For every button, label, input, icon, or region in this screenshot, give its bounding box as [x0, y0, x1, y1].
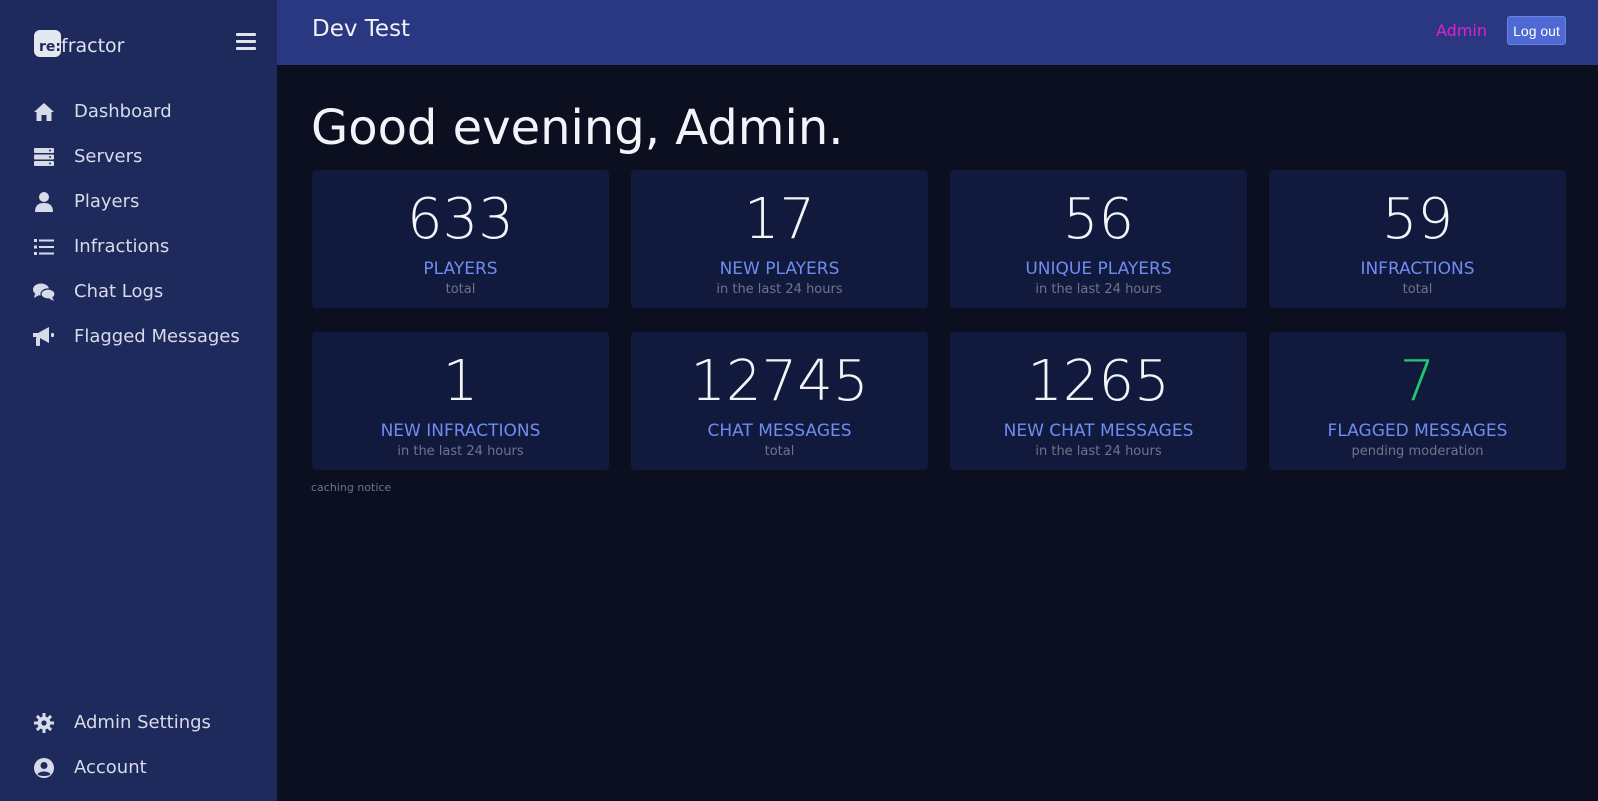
sidebar-item-label: Chat Logs — [74, 281, 164, 302]
stat-sublabel: in the last 24 hours — [397, 444, 524, 459]
greeting-heading: Good evening, Admin. — [311, 100, 844, 156]
sidebar-item-label: Admin Settings — [74, 712, 211, 733]
sidebar-item-players[interactable]: Players — [0, 179, 277, 224]
megaphone-icon — [33, 326, 55, 348]
stat-card-players: 633 PLAYERS total — [312, 170, 609, 308]
stat-sublabel: in the last 24 hours — [1035, 282, 1162, 297]
stat-value: 17 — [743, 187, 816, 252]
sidebar: re: fractor Dashboard Servers Players In… — [0, 0, 277, 801]
server-icon — [33, 146, 55, 168]
user-icon — [33, 191, 55, 213]
stat-card-infractions: 59 INFRACTIONS total — [1269, 170, 1566, 308]
stat-value: 7 — [1399, 349, 1436, 414]
stat-label: INFRACTIONS — [1360, 259, 1475, 279]
stat-card-flagged-messages: 7 FLAGGED MESSAGES pending moderation — [1269, 332, 1566, 470]
stat-sublabel: pending moderation — [1351, 444, 1484, 459]
stat-label: PLAYERS — [423, 259, 498, 279]
menu-toggle-icon[interactable] — [236, 33, 256, 50]
stat-label: NEW INFRACTIONS — [380, 421, 541, 441]
stat-label: NEW CHAT MESSAGES — [1003, 421, 1194, 441]
stat-label: NEW PLAYERS — [719, 259, 840, 279]
stat-label: CHAT MESSAGES — [707, 421, 852, 441]
sidebar-item-label: Players — [74, 191, 140, 212]
stat-value: 1265 — [1027, 349, 1170, 414]
sidebar-item-chat-logs[interactable]: Chat Logs — [0, 269, 277, 314]
user-circle-icon — [33, 757, 55, 779]
stat-value: 59 — [1381, 187, 1454, 252]
list-icon — [33, 236, 55, 258]
stat-value: 12745 — [690, 349, 869, 414]
stat-card-new-infractions: 1 NEW INFRACTIONS in the last 24 hours — [312, 332, 609, 470]
stat-label: UNIQUE PLAYERS — [1025, 259, 1172, 279]
sidebar-item-dashboard[interactable]: Dashboard — [0, 89, 277, 134]
header-bar: Dev Test Admin Log out — [277, 0, 1598, 65]
sidebar-item-infractions[interactable]: Infractions — [0, 224, 277, 269]
stat-sublabel: total — [445, 282, 476, 297]
sidebar-item-label: Account — [74, 757, 147, 778]
sidebar-item-flagged-messages[interactable]: Flagged Messages — [0, 314, 277, 359]
stat-sublabel: total — [764, 444, 795, 459]
sidebar-item-account[interactable]: Account — [0, 745, 277, 790]
stat-label: FLAGGED MESSAGES — [1327, 421, 1508, 441]
sidebar-item-label: Infractions — [74, 236, 170, 257]
sidebar-item-label: Servers — [74, 146, 143, 167]
stat-card-new-players: 17 NEW PLAYERS in the last 24 hours — [631, 170, 928, 308]
sidebar-item-label: Dashboard — [74, 101, 172, 122]
sidebar-item-admin-settings[interactable]: Admin Settings — [0, 700, 277, 745]
logout-button[interactable]: Log out — [1507, 16, 1566, 45]
home-icon — [33, 101, 55, 123]
stat-card-new-chat-messages: 1265 NEW CHAT MESSAGES in the last 24 ho… — [950, 332, 1247, 470]
stat-card-unique-players: 56 UNIQUE PLAYERS in the last 24 hours — [950, 170, 1247, 308]
page-title: Dev Test — [312, 16, 411, 42]
caching-notice: caching notice — [311, 481, 392, 494]
stat-value: 1 — [442, 349, 479, 414]
user-link[interactable]: Admin — [1436, 21, 1487, 40]
gear-icon — [33, 712, 55, 734]
brand-logo[interactable]: re: fractor — [34, 28, 124, 58]
brand-text: fractor — [61, 35, 125, 57]
sidebar-nav: Dashboard Servers Players Infractions Ch… — [0, 89, 277, 359]
brand-mark: re: — [34, 29, 61, 57]
stat-sublabel: in the last 24 hours — [1035, 444, 1162, 459]
stat-sublabel: in the last 24 hours — [716, 282, 843, 297]
stat-sublabel: total — [1402, 282, 1433, 297]
sidebar-item-servers[interactable]: Servers — [0, 134, 277, 179]
chat-icon — [33, 281, 55, 303]
stat-card-chat-messages: 12745 CHAT MESSAGES total — [631, 332, 928, 470]
sidebar-item-label: Flagged Messages — [74, 326, 240, 347]
stat-value: 633 — [407, 187, 514, 252]
stat-value: 56 — [1062, 187, 1135, 252]
sidebar-bottom-nav: Admin Settings Account — [0, 700, 277, 790]
